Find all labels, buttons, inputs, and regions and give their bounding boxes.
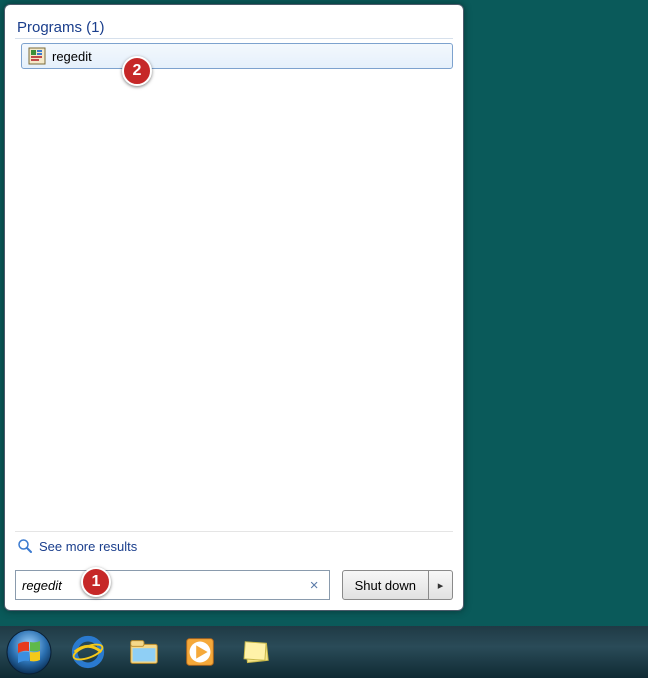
clear-search-icon[interactable]: ×	[306, 577, 323, 594]
search-result-regedit[interactable]: regedit	[21, 43, 453, 69]
start-button[interactable]	[6, 629, 52, 675]
see-more-label: See more results	[39, 539, 137, 554]
search-box[interactable]: ×	[15, 570, 330, 600]
taskbar-ie-icon[interactable]	[68, 632, 108, 672]
results-area	[15, 69, 453, 527]
start-menu: Programs (1) regedit See more results	[4, 4, 464, 611]
magnifier-icon	[17, 538, 33, 554]
shutdown-group: Shut down ▸	[342, 570, 453, 600]
taskbar	[0, 626, 648, 678]
search-result-label: regedit	[52, 49, 92, 64]
category-header-programs: Programs (1)	[15, 15, 453, 39]
annotation-badge-1: 1	[81, 567, 111, 597]
arrow-right-icon: ▸	[438, 579, 444, 592]
see-more-results-link[interactable]: See more results	[15, 531, 453, 564]
regedit-icon	[28, 47, 46, 65]
search-input[interactable]	[22, 578, 306, 593]
taskbar-media-player-icon[interactable]	[180, 632, 220, 672]
shutdown-button[interactable]: Shut down	[342, 570, 429, 600]
shutdown-options-button[interactable]: ▸	[429, 570, 453, 600]
annotation-badge-2: 2	[122, 56, 152, 86]
taskbar-explorer-icon[interactable]	[124, 632, 164, 672]
taskbar-sticky-notes-icon[interactable]	[236, 632, 276, 672]
